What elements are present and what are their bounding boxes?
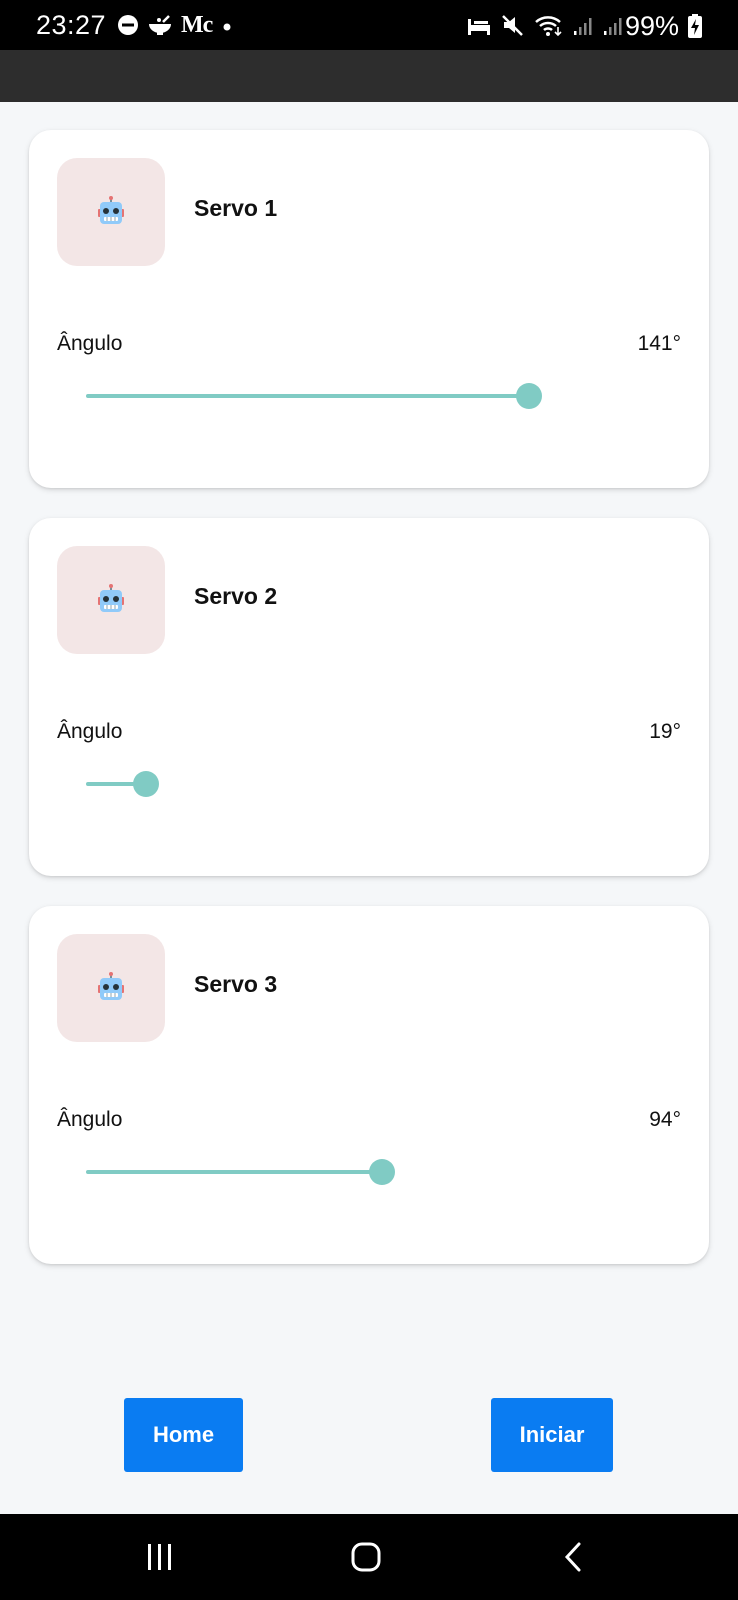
status-right-icons (466, 12, 624, 38)
slider-thumb[interactable] (132, 771, 159, 797)
signal-1-icon (574, 18, 592, 35)
angle-slider[interactable] (86, 770, 652, 798)
navigation-bar (0, 1514, 738, 1600)
wifi-icon (535, 16, 562, 37)
slider-track-fill (86, 394, 530, 398)
servo-card-3: Servo 3 Ângulo 94° (29, 906, 709, 1264)
servo-title: Servo 1 (194, 195, 278, 221)
app-bar (0, 50, 738, 102)
angle-label: Ângulo (57, 1108, 123, 1131)
slider-thumb[interactable] (516, 383, 543, 409)
sleep-mode-icon (468, 19, 490, 35)
slider-thumb[interactable] (368, 1159, 395, 1185)
recent-apps-icon[interactable] (144, 1542, 176, 1572)
notification-app-text: Mc (181, 12, 213, 38)
slider-track-fill (86, 1170, 382, 1174)
do-not-disturb-icon (118, 15, 138, 35)
bowl-icon (149, 15, 171, 35)
servo-title: Servo 3 (194, 971, 278, 997)
robot-icon (98, 584, 124, 612)
status-bar: 23:27 Mc 99% (0, 0, 738, 50)
status-time: 23:27 (36, 10, 107, 40)
robot-icon (98, 972, 124, 1000)
servo-avatar (57, 158, 165, 266)
more-notifications-dot-icon (223, 23, 231, 31)
servo-avatar (57, 546, 165, 654)
angle-slider[interactable] (86, 382, 652, 410)
angle-value: 141° (637, 332, 681, 355)
angle-label: Ângulo (57, 332, 123, 355)
home-circle-icon[interactable] (350, 1541, 382, 1573)
servo-card-2: Servo 2 Ângulo 19° (29, 518, 709, 876)
angle-value: 19° (649, 720, 681, 743)
angle-value: 94° (649, 1108, 681, 1131)
angle-label: Ângulo (57, 720, 123, 743)
servo-card-1: Servo 1 Ângulo 141° (29, 130, 709, 488)
robot-icon (98, 196, 124, 224)
servo-title: Servo 2 (194, 583, 278, 609)
battery-percent: 99% (625, 11, 680, 41)
mute-icon (502, 15, 523, 36)
start-button[interactable]: Iniciar (491, 1398, 613, 1472)
signal-2-icon (604, 18, 622, 35)
battery-charging-icon (688, 14, 702, 38)
home-button[interactable]: Home (124, 1398, 243, 1472)
back-icon[interactable] (562, 1541, 586, 1573)
status-left-icons: Mc (117, 12, 234, 38)
servo-avatar (57, 934, 165, 1042)
angle-slider[interactable] (86, 1158, 652, 1186)
